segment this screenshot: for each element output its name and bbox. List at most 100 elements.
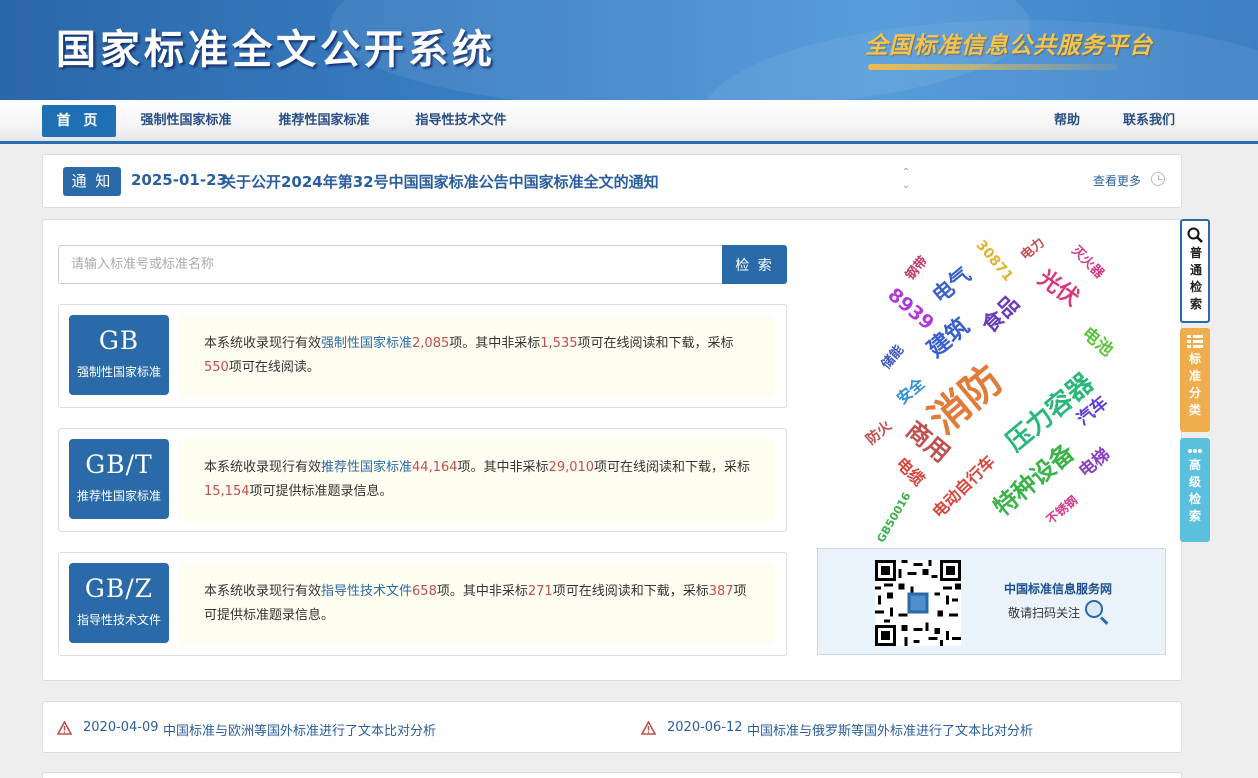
desc-text: 项可在线阅读和下载，采标	[594, 460, 751, 475]
keyword-tag[interactable]: 安全	[893, 375, 928, 408]
footer-card	[42, 772, 1182, 778]
keyword-tag[interactable]: 食品	[977, 291, 1024, 338]
desc-text: 项可提供标准题录信息。	[249, 484, 393, 499]
desc-online-count: 271	[527, 584, 553, 599]
keyword-tag[interactable]: 8939	[883, 284, 938, 335]
desc-text: 项可在线阅读。	[228, 360, 320, 375]
clock-icon	[1151, 172, 1165, 186]
main-nav: 首 页 强制性国家标准 推荐性国家标准 指导性技术文件 帮助 联系我们	[0, 100, 1258, 144]
standard-card-gb[interactable]: GB 强制性国家标准 本系统收录现行有效强制性国家标准2,085项。其中非采标1…	[58, 304, 787, 408]
qr-code-image	[875, 560, 961, 646]
notice-badge: 通 知	[63, 167, 121, 196]
news-title[interactable]: 中国标准与欧洲等国外标准进行了文本比对分析	[163, 720, 436, 739]
standard-description: 本系统收录现行有效指导性技术文件658项。其中非采标271项可在线阅读和下载，采…	[179, 563, 775, 645]
keyword-tag[interactable]: 消防	[921, 357, 1012, 444]
standard-card-gbz[interactable]: GB/Z 指导性技术文件 本系统收录现行有效指导性技术文件658项。其中非采标2…	[58, 552, 787, 656]
desc-total-count: 658	[412, 584, 437, 599]
keyword-tag[interactable]: 电缆	[892, 454, 928, 490]
standard-code-label: 指导性技术文件	[76, 613, 161, 627]
desc-adopted-count: 387	[708, 584, 734, 599]
keyword-tag[interactable]: 钢带	[903, 254, 931, 284]
standard-code: GB/Z	[84, 574, 154, 603]
desc-text: 项。其中非采标	[436, 584, 528, 599]
nav-home[interactable]: 首 页	[42, 105, 116, 137]
search-button[interactable]: 检 索	[722, 245, 787, 284]
chevron-up-icon[interactable]: ⌃	[899, 166, 913, 179]
side-tab-basic-search[interactable]: 普通检索	[1180, 219, 1210, 323]
side-tab-label: 普通检索	[1190, 246, 1203, 311]
desc-type: 强制性国家标准	[321, 336, 413, 351]
desc-type: 推荐性国家标准	[321, 460, 413, 475]
desc-total-count: 2,085	[412, 336, 450, 351]
desc-total-count: 44,164	[412, 460, 458, 475]
qr-subtitle: 敬请扫码关注	[1008, 606, 1081, 620]
slogan-underline	[868, 64, 1118, 70]
standard-description: 本系统收录现行有效推荐性国家标准44,164项。其中非采标29,010项可在线阅…	[179, 439, 775, 521]
desc-type: 指导性技术文件	[321, 584, 413, 599]
site-slogan: 全国标准信息公共服务平台	[865, 32, 1153, 59]
standard-code: GB/T	[85, 450, 153, 479]
news-title[interactable]: 中国标准与俄罗斯等国外标准进行了文本比对分析	[747, 720, 1033, 739]
search-icon	[1187, 227, 1203, 243]
standard-code: GB	[98, 326, 140, 355]
keyword-tag[interactable]: 电梯	[1075, 445, 1114, 482]
warning-icon	[641, 721, 656, 735]
standard-card-gbt[interactable]: GB/T 推荐性国家标准 本系统收录现行有效推荐性国家标准44,164项。其中非…	[58, 428, 787, 532]
search-input[interactable]	[58, 245, 722, 284]
notice-scroll-arrows[interactable]: ⌃ ⌄	[899, 166, 913, 192]
standard-description: 本系统收录现行有效强制性国家标准2,085项。其中非采标1,535项可在线阅读和…	[179, 315, 775, 397]
notice-date[interactable]: 2025-01-23	[131, 171, 227, 189]
desc-adopted-count: 15,154	[204, 484, 250, 499]
desc-text: 项可在线阅读和下载，采标	[552, 584, 709, 599]
desc-online-count: 29,010	[548, 460, 595, 475]
more-dots-icon	[1188, 449, 1202, 453]
desc-adopted-count: 550	[204, 360, 229, 375]
keyword-tag[interactable]: 30871	[973, 237, 1017, 285]
desc-text: 项可在线阅读和下载，采标	[577, 336, 734, 351]
nav-help[interactable]: 帮助	[1047, 105, 1087, 137]
keyword-tag[interactable]: 灭火器	[1068, 243, 1106, 281]
news-bar: 2020-04-09 中国标准与欧洲等国外标准进行了文本比对分析 2020-06…	[42, 701, 1182, 753]
desc-text: 项。其中非采标	[457, 460, 549, 475]
side-tab-label: 标准分类	[1188, 352, 1201, 417]
standard-code-tile[interactable]: GB/T 推荐性国家标准	[69, 439, 169, 519]
desc-text: 本系统收录现行有效	[204, 336, 322, 351]
keyword-tag[interactable]: 不锈钢	[1044, 493, 1081, 527]
nav-contact[interactable]: 联系我们	[1114, 105, 1184, 137]
desc-text: 本系统收录现行有效	[204, 584, 322, 599]
notice-bar: 通 知 2025-01-23 关于公开2024年第32号中国国家标准公告中国家标…	[42, 154, 1182, 208]
site-title: 国家标准全文公开系统	[56, 27, 496, 73]
keyword-tag[interactable]: 光伏	[1033, 266, 1083, 312]
nav-recommended[interactable]: 推荐性国家标准	[268, 105, 380, 137]
side-tab-label: 高级检索	[1188, 458, 1201, 523]
standard-code-tile[interactable]: GB 强制性国家标准	[69, 315, 169, 395]
keyword-tag[interactable]: GB50016	[874, 490, 913, 545]
news-date[interactable]: 2020-06-12	[667, 720, 743, 735]
desc-text: 项。其中非采标	[449, 336, 541, 351]
standard-code-tile[interactable]: GB/Z 指导性技术文件	[69, 563, 169, 643]
news-date[interactable]: 2020-04-09	[83, 720, 159, 735]
nav-guidance[interactable]: 指导性技术文件	[405, 105, 517, 137]
keyword-tag[interactable]: 电池	[1078, 324, 1117, 361]
qr-title: 中国标准信息服务网	[1004, 582, 1113, 596]
standard-code-label: 推荐性国家标准	[76, 489, 161, 503]
desc-online-count: 1,535	[540, 336, 578, 351]
keyword-cloud: 消防 压力容器 特种设备 建筑 食品 电气 光伏 8939 商用 电动自行车 电…	[818, 230, 1168, 545]
magnifier-icon	[1085, 600, 1103, 618]
keyword-tag[interactable]: 防火	[863, 418, 895, 448]
magnifier-handle	[1099, 616, 1109, 625]
warning-icon	[57, 721, 72, 735]
notice-text[interactable]: 关于公开2024年第32号中国国家标准公告中国家标准全文的通知	[221, 171, 659, 192]
desc-text: 本系统收录现行有效	[204, 460, 322, 475]
side-tab-advanced-search[interactable]: 高级检索	[1180, 438, 1210, 542]
nav-mandatory[interactable]: 强制性国家标准	[130, 105, 242, 137]
list-icon	[1187, 335, 1203, 348]
side-tab-classification[interactable]: 标准分类	[1180, 328, 1210, 432]
keyword-tag[interactable]: 储能	[879, 343, 907, 373]
chevron-down-icon[interactable]: ⌄	[899, 179, 913, 192]
keyword-tag[interactable]: 电力	[1018, 235, 1048, 263]
standard-code-label: 强制性国家标准	[76, 365, 161, 379]
notice-more-link[interactable]: 查看更多	[1093, 172, 1141, 189]
header-banner: 国家标准全文公开系统 全国标准信息公共服务平台	[0, 0, 1258, 100]
keyword-tag[interactable]: 电气	[928, 262, 976, 307]
